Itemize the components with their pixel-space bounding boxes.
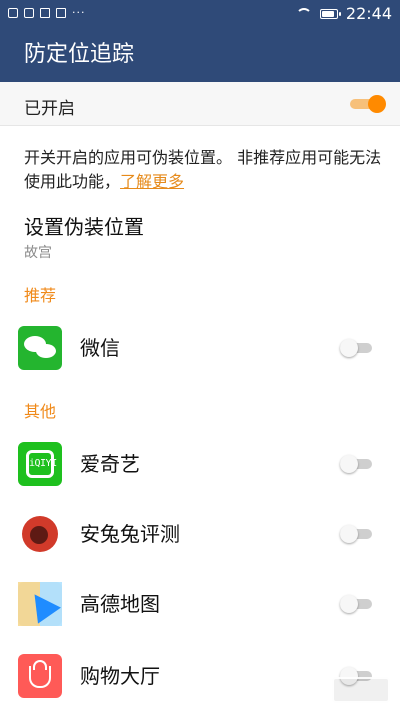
toggle-knob <box>340 595 358 613</box>
toggle-knob <box>368 95 386 113</box>
set-fake-location-row[interactable]: 设置伪装位置 故宫 <box>24 214 144 262</box>
shopping-bag-icon <box>18 654 62 698</box>
app-name-amap: 高德地图 <box>80 592 160 616</box>
app-row-wechat[interactable]: 微信 <box>0 318 400 378</box>
notification-mail-icon-2 <box>56 8 66 18</box>
app-toggle-amap[interactable] <box>340 595 376 613</box>
app-toggle-wechat[interactable] <box>340 339 376 357</box>
antutu-icon <box>18 512 62 556</box>
wechat-icon <box>18 326 62 370</box>
section-other: 其他 <box>24 402 57 421</box>
toggle-knob <box>340 525 358 543</box>
toggle-knob <box>340 339 358 357</box>
status-bar-right: 22:44 <box>295 4 392 24</box>
toggle-knob <box>340 455 358 473</box>
app-name-wechat: 微信 <box>80 336 120 360</box>
notification-app-icon <box>24 8 34 18</box>
status-bar: ··· 22:44 <box>0 0 400 28</box>
app-name-shopping: 购物大厅 <box>80 664 160 688</box>
status-time: 22:44 <box>345 4 392 23</box>
app-row-antutu[interactable]: 安兔兔评测 <box>0 504 400 564</box>
status-bar-left: ··· <box>8 6 86 19</box>
battery-icon <box>319 9 341 19</box>
app-name-iqiyi: 爱奇艺 <box>80 452 140 476</box>
page-title: 防定位追踪 <box>24 42 135 67</box>
feature-description: 开关开启的应用可伪装位置。 非推荐应用可能无法使用此功能，了解更多 <box>24 146 384 194</box>
app-toggle-antutu[interactable] <box>340 525 376 543</box>
app-name-antutu: 安兔兔评测 <box>80 522 180 546</box>
notification-image-icon <box>8 8 18 18</box>
master-toggle-row[interactable]: 已开启 <box>0 82 400 126</box>
app-toggle-iqiyi[interactable] <box>340 455 376 473</box>
amap-icon <box>18 582 62 626</box>
app-row-amap[interactable]: 高德地图 <box>0 574 400 634</box>
description-text: 开关开启的应用可伪装位置。 非推荐应用可能无法使用此功能， <box>24 148 382 191</box>
section-recommended: 推荐 <box>24 286 57 305</box>
watermark-logo <box>332 677 390 703</box>
set-location-title: 设置伪装位置 <box>24 215 144 239</box>
wifi-icon <box>295 8 312 20</box>
notification-more-dots: ··· <box>72 6 86 19</box>
app-row-iqiyi[interactable]: iQIYI 爱奇艺 <box>0 434 400 494</box>
learn-more-link[interactable]: 了解更多 <box>120 172 184 191</box>
master-toggle-label: 已开启 <box>24 99 75 119</box>
set-location-value: 故宫 <box>24 245 52 261</box>
iqiyi-icon: iQIYI <box>18 442 62 486</box>
notification-mail-icon <box>40 8 50 18</box>
app-bar: 防定位追踪 <box>0 28 400 82</box>
master-toggle-switch[interactable] <box>350 95 386 113</box>
